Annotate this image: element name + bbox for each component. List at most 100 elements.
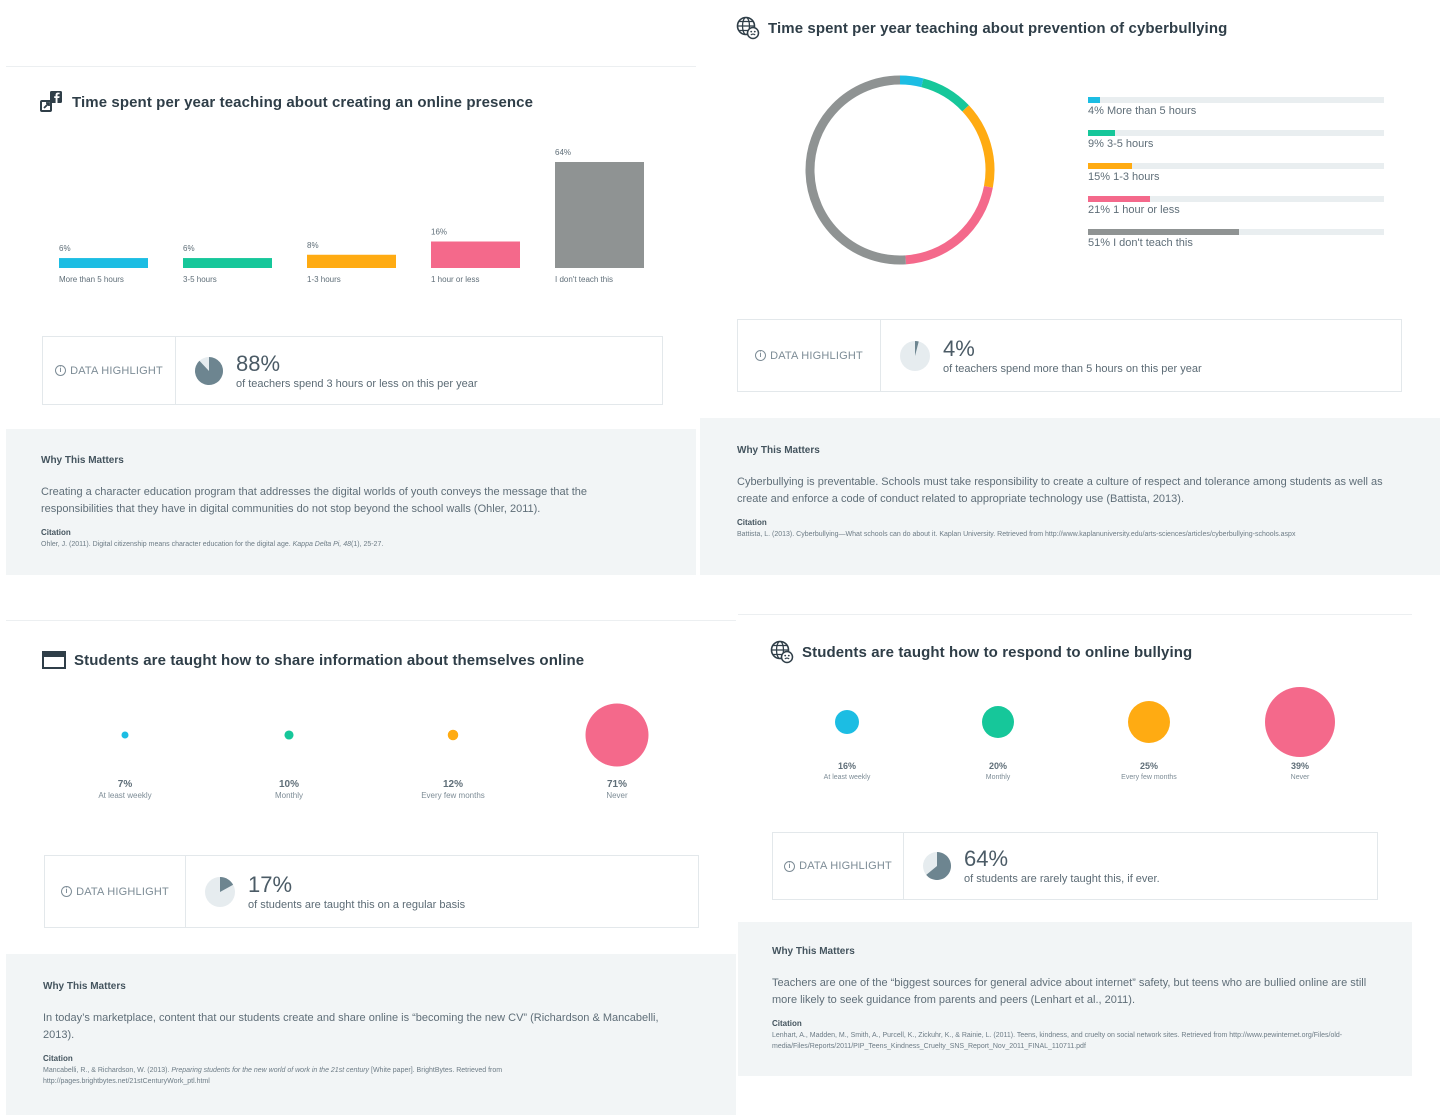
panel4-title-text: Students are taught how to respond to on… bbox=[802, 643, 1193, 661]
globe-badge-icon bbox=[770, 640, 794, 664]
highlight-text: of students are taught this on a regular… bbox=[248, 898, 466, 911]
legend-item: 9% 3-5 hours bbox=[1088, 130, 1384, 150]
panel1-data-highlight: i DATA HIGHLIGHT 88% of teachers spend 3 h… bbox=[42, 336, 663, 405]
panel4-bubble-chart: 16% At least weekly 20% Monthly 25% Every few… bbox=[824, 687, 1335, 781]
legend-track bbox=[1088, 163, 1384, 169]
legend-label: 4% More than 5 hours bbox=[1088, 105, 1197, 117]
panel2-title-text: Time spent per year teaching about preve… bbox=[768, 19, 1228, 37]
panel2-progress-legend: 4% More than 5 hours 9% 3-5 hours 15% 1-3 … bbox=[1088, 97, 1384, 262]
panel4-why-this-matters: Why This Matters Teachers are one of the… bbox=[738, 922, 1412, 1076]
panel3-title: Students are taught how to share informa… bbox=[42, 650, 584, 670]
legend-item: 51% I don't teach this bbox=[1088, 229, 1384, 249]
bubble-category-label: Never bbox=[606, 791, 628, 800]
highlight-pie-icon bbox=[900, 340, 930, 371]
panel1-divider bbox=[6, 66, 696, 67]
legend-track bbox=[1088, 130, 1384, 136]
pie-slice bbox=[195, 356, 223, 385]
why-body: In today’s marketplace, content that our… bbox=[43, 1012, 659, 1041]
panel3-bubble-chart: 7%At least weekly 10%Monthly 12%Every few … bbox=[98, 703, 649, 800]
donut-segment-5 bbox=[805, 75, 906, 265]
citation-label: Citation bbox=[772, 1019, 802, 1028]
legend-item: 21% 1 hour or less bbox=[1088, 196, 1384, 216]
data-highlight-label: i DATA HIGHLIGHT bbox=[773, 833, 904, 899]
citation-text: Mancabelli, R., & Richardson, W. (2013).… bbox=[43, 1067, 503, 1085]
citation-label: Citation bbox=[43, 1054, 73, 1063]
legend-fill bbox=[1088, 163, 1133, 169]
legend-track bbox=[1088, 97, 1384, 103]
info-icon: i bbox=[61, 886, 73, 897]
legend-label: 9% 3-5 hours bbox=[1088, 138, 1154, 150]
why-heading: Why This Matters bbox=[43, 981, 126, 992]
why-body: Creating a character education program t… bbox=[41, 486, 588, 515]
highlight-pie-icon bbox=[195, 356, 223, 385]
bubble-value-label: 39% bbox=[1291, 761, 1309, 771]
bar-4 bbox=[431, 241, 520, 268]
highlight-pie-icon bbox=[923, 852, 951, 880]
bubble-category-label: Every few months bbox=[1121, 774, 1177, 781]
bar-value-label: 16% bbox=[431, 228, 447, 237]
bar-value-label: 6% bbox=[183, 244, 195, 253]
panel1-bar-chart: 6% More than 5 hours 6% 3-5 hours 8% 1-3 hour… bbox=[59, 148, 644, 284]
panel1-title: Time spent per year teaching about creat… bbox=[40, 90, 533, 114]
panel3-divider bbox=[6, 620, 736, 621]
data-highlight-label: i DATA HIGHLIGHT bbox=[43, 337, 176, 404]
panel4-data-highlight: i DATA HIGHLIGHT 64% of students are rarel… bbox=[772, 832, 1378, 900]
citation-text: Battista, L. (2013). Cyberbullying—What … bbox=[737, 531, 1296, 538]
legend-fill bbox=[1088, 196, 1151, 202]
panel1-why-this-matters: Why This Matters Creating a character ed… bbox=[6, 429, 696, 575]
info-icon: i bbox=[55, 365, 67, 376]
legend-label: 51% I don't teach this bbox=[1088, 237, 1193, 249]
info-icon: i bbox=[755, 350, 767, 361]
highlight-text: of teachers spend more than 5 hours on t… bbox=[943, 362, 1202, 375]
highlight-text: of teachers spend 3 hours or less on thi… bbox=[236, 377, 478, 390]
legend-fill bbox=[1088, 130, 1115, 136]
bubble-category-label: At least weekly bbox=[824, 774, 871, 781]
legend-track bbox=[1088, 196, 1384, 202]
bubble-value-label: 16% bbox=[838, 761, 856, 771]
highlight-percent: 4% bbox=[943, 335, 975, 361]
id-card-icon bbox=[42, 651, 66, 669]
bar-value-label: 6% bbox=[59, 244, 71, 253]
legend-label: 21% 1 hour or less bbox=[1088, 204, 1180, 216]
globe-badge-icon bbox=[736, 16, 760, 40]
bubble-category-label: Monthly bbox=[986, 774, 1011, 781]
bar-category-label: More than 5 hours bbox=[59, 275, 124, 284]
legend-item: 4% More than 5 hours bbox=[1088, 97, 1384, 117]
bubble-value-label: 12% bbox=[443, 779, 463, 790]
bubble-value-label: 25% bbox=[1140, 761, 1158, 771]
panel4-title: Students are taught how to respond to on… bbox=[770, 640, 1192, 664]
citation-text: Lenhart, A., Madden, M., Smith, A., Purc… bbox=[772, 1032, 1343, 1050]
legend-fill bbox=[1088, 229, 1239, 235]
highlight-text: of students are rarely taught this, if e… bbox=[964, 873, 1160, 885]
bubble-4 bbox=[1265, 687, 1335, 757]
bar-category-label: I don't teach this bbox=[555, 275, 613, 284]
info-icon: i bbox=[784, 860, 796, 872]
panel4-divider bbox=[738, 614, 1412, 615]
panel2-title: Time spent per year teaching about preve… bbox=[736, 16, 1227, 40]
bubble-3 bbox=[1128, 701, 1170, 743]
panel3-data-highlight: i DATA HIGHLIGHT 17% of students are taugh… bbox=[44, 855, 699, 928]
bubble-value-label: 20% bbox=[989, 761, 1007, 771]
bar-category-label: 3-5 hours bbox=[183, 275, 217, 284]
bubble-1 bbox=[835, 710, 859, 734]
panel3-why-this-matters: Why This Matters In today’s marketplace,… bbox=[6, 954, 736, 1115]
bubble-value-label: 10% bbox=[279, 779, 299, 790]
highlight-percent: 64% bbox=[964, 846, 1009, 871]
bubble-2 bbox=[284, 730, 294, 740]
why-body: Cyberbullying is preventable. Schools mu… bbox=[737, 476, 1383, 505]
panel2-data-highlight: i DATA HIGHLIGHT 4% of teachers spend more… bbox=[737, 319, 1402, 392]
donut-segment-3 bbox=[962, 105, 995, 188]
share-facebook-icon bbox=[40, 91, 62, 112]
highlight-pie-icon bbox=[205, 876, 235, 907]
bubble-value-label: 71% bbox=[607, 779, 627, 790]
data-highlight-body: 17% of students are taught this on a regu… bbox=[186, 856, 465, 927]
why-heading: Why This Matters bbox=[737, 445, 820, 456]
data-highlight-body: 64% of students are rarely taught this, i… bbox=[904, 833, 1160, 899]
bubble-3 bbox=[447, 729, 459, 741]
legend-fill bbox=[1088, 97, 1100, 103]
donut-segment-4 bbox=[905, 185, 993, 265]
bubble-category-label: Every few months bbox=[421, 791, 485, 800]
bar-3 bbox=[307, 254, 396, 268]
bar-2 bbox=[183, 258, 272, 268]
bar-1 bbox=[59, 258, 148, 268]
